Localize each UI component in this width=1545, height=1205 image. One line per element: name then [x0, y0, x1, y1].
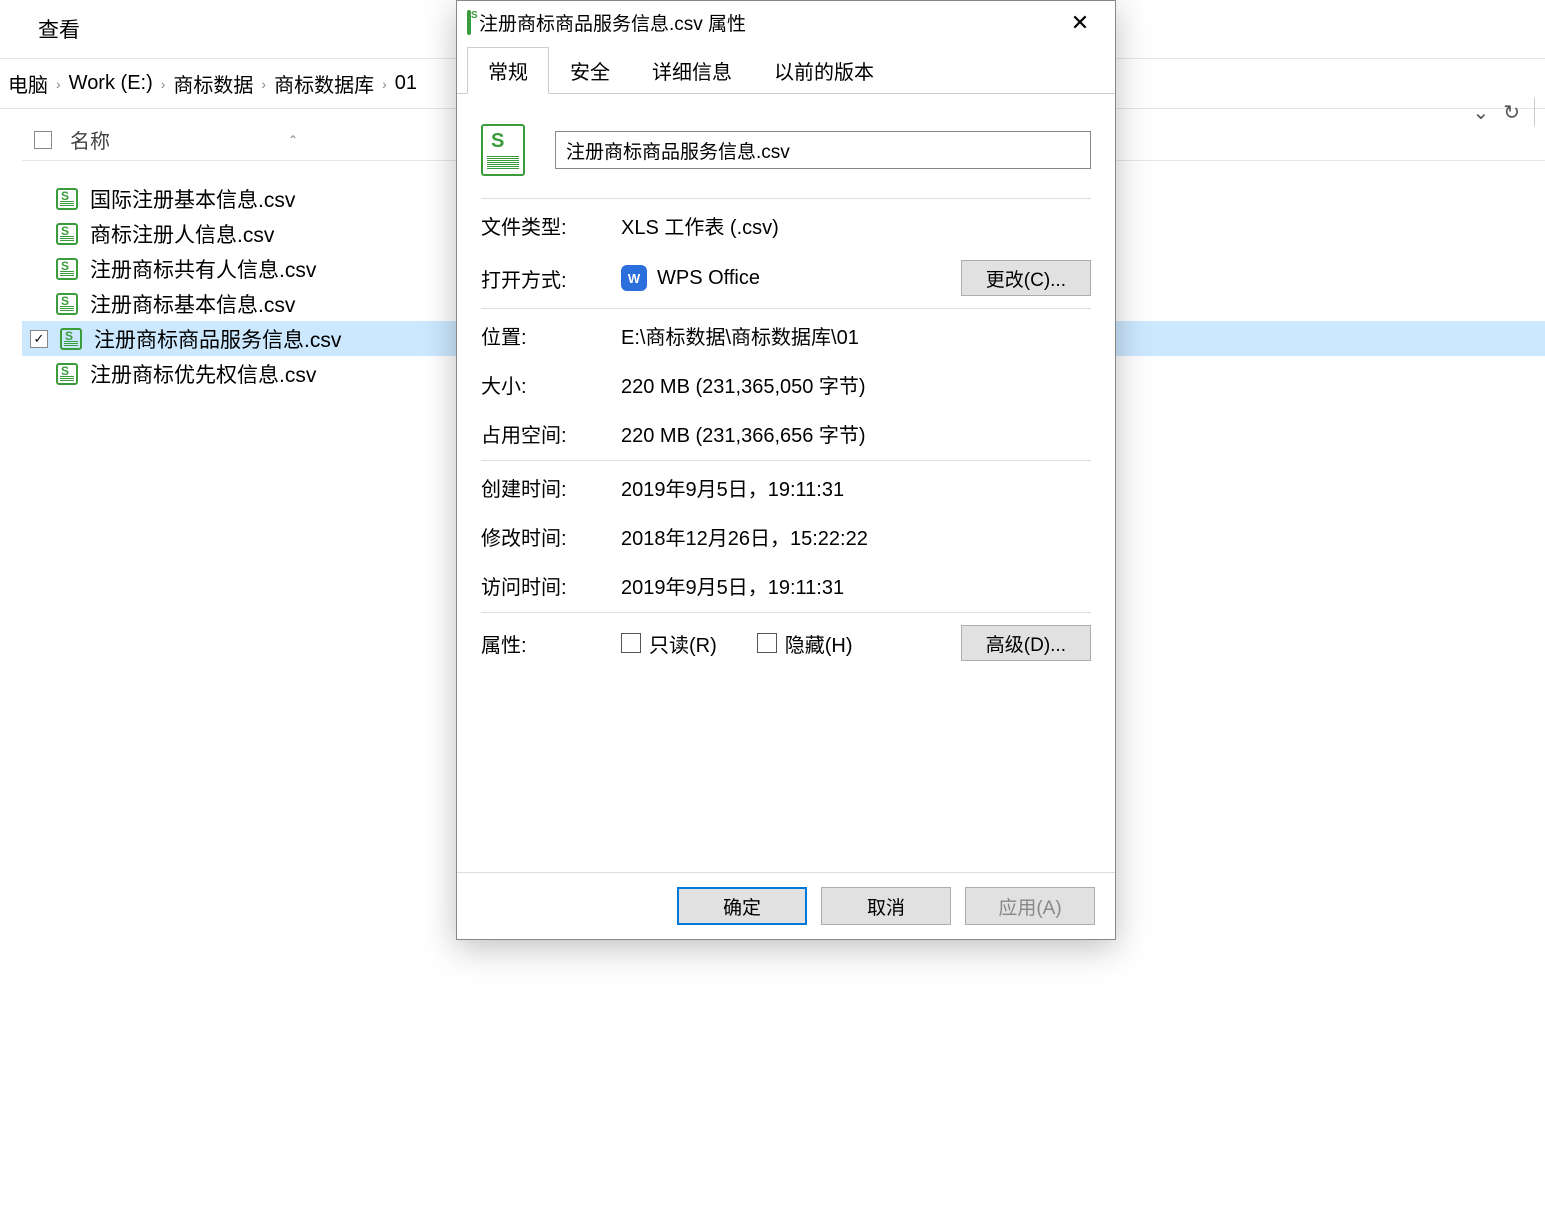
properties-dialog: 注册商标商品服务信息.csv 属性 ✕ 常规 安全 详细信息 以前的版本 文件类…	[456, 0, 1116, 940]
label-open-with: 打开方式:	[481, 264, 621, 293]
apply-button[interactable]: 应用(A)	[965, 887, 1095, 925]
value-attributes: 只读(R) 隐藏(H) 高级(D)...	[621, 625, 1091, 661]
label-created: 创建时间:	[481, 473, 621, 502]
close-button[interactable]: ✕	[1055, 10, 1105, 36]
refresh-icon[interactable]	[1503, 100, 1520, 125]
section-attributes: 属性: 只读(R) 隐藏(H) 高级(D)...	[481, 612, 1091, 673]
value-modified: 2018年12月26日，15:22:22	[621, 522, 1091, 551]
checkbox-icon	[757, 633, 777, 653]
advanced-button[interactable]: 高级(D)...	[961, 625, 1091, 661]
breadcrumb-item[interactable]: 商标数据	[173, 69, 253, 98]
file-icon	[56, 258, 78, 280]
value-created: 2019年9月5日，19:11:31	[621, 473, 1091, 502]
chevron-down-icon[interactable]	[1472, 100, 1489, 125]
file-icon	[56, 223, 78, 245]
file-name: 注册商标商品服务信息.csv	[94, 324, 341, 354]
label-size-on-disk: 占用空间:	[481, 419, 621, 448]
file-name: 国际注册基本信息.csv	[90, 184, 295, 214]
value-accessed: 2019年9月5日，19:11:31	[621, 571, 1091, 600]
section-type: 文件类型: XLS 工作表 (.csv) 打开方式: W WPS Office …	[481, 199, 1091, 308]
file-name: 注册商标优先权信息.csv	[90, 359, 316, 389]
file-icon	[467, 12, 471, 34]
section-timestamps: 创建时间: 2019年9月5日，19:11:31 修改时间: 2018年12月2…	[481, 460, 1091, 612]
column-name-label[interactable]: 名称	[70, 125, 110, 154]
filename-row	[481, 118, 1091, 199]
sort-indicator-icon: ⌃	[288, 133, 298, 147]
label-modified: 修改时间:	[481, 522, 621, 551]
label-accessed: 访问时间:	[481, 571, 621, 600]
toolbar-right	[1472, 98, 1535, 126]
row-checkbox[interactable]	[30, 330, 48, 348]
checkbox-icon	[621, 633, 641, 653]
file-name: 商标注册人信息.csv	[90, 219, 274, 249]
open-with-app: WPS Office	[657, 267, 760, 290]
file-icon	[56, 363, 78, 385]
dialog-footer: 确定 取消 应用(A)	[457, 872, 1115, 939]
tab-previous-versions[interactable]: 以前的版本	[753, 47, 895, 94]
file-icon	[60, 328, 82, 350]
section-location: 位置: E:\商标数据\商标数据库\01 大小: 220 MB (231,365…	[481, 308, 1091, 460]
label-size: 大小:	[481, 370, 621, 399]
hidden-checkbox[interactable]: 隐藏(H)	[757, 629, 853, 658]
select-all-checkbox[interactable]	[34, 131, 52, 149]
wps-icon: W	[621, 265, 647, 291]
breadcrumb-item[interactable]: Work (E:)	[69, 72, 153, 95]
value-location: E:\商标数据\商标数据库\01	[621, 321, 1091, 350]
label-location: 位置:	[481, 321, 621, 350]
breadcrumb-item[interactable]: 电脑	[8, 69, 48, 98]
file-name: 注册商标共有人信息.csv	[90, 254, 316, 284]
value-size: 220 MB (231,365,050 字节)	[621, 370, 1091, 399]
value-open-with: W WPS Office 更改(C)...	[621, 260, 1091, 296]
label-attributes: 属性:	[481, 629, 621, 658]
tab-security[interactable]: 安全	[549, 47, 631, 94]
dialog-titlebar[interactable]: 注册商标商品服务信息.csv 属性 ✕	[457, 1, 1115, 44]
value-file-type: XLS 工作表 (.csv)	[621, 211, 1091, 240]
breadcrumb-item[interactable]: 商标数据库	[274, 69, 374, 98]
breadcrumb-item[interactable]: 01	[395, 72, 417, 95]
tab-general[interactable]: 常规	[467, 47, 549, 94]
file-icon	[481, 124, 525, 176]
filename-input[interactable]	[555, 131, 1091, 169]
ok-button[interactable]: 确定	[677, 887, 807, 925]
dialog-title: 注册商标商品服务信息.csv 属性	[479, 9, 1055, 36]
divider	[1534, 98, 1535, 126]
file-icon	[56, 188, 78, 210]
cancel-button[interactable]: 取消	[821, 887, 951, 925]
readonly-checkbox[interactable]: 只读(R)	[621, 629, 717, 658]
label-file-type: 文件类型:	[481, 211, 621, 240]
dialog-body: 文件类型: XLS 工作表 (.csv) 打开方式: W WPS Office …	[457, 94, 1115, 872]
value-size-on-disk: 220 MB (231,366,656 字节)	[621, 419, 1091, 448]
file-name: 注册商标基本信息.csv	[90, 289, 295, 319]
tabbar: 常规 安全 详细信息 以前的版本	[457, 46, 1115, 94]
file-icon	[56, 293, 78, 315]
tab-details[interactable]: 详细信息	[631, 47, 753, 94]
change-button[interactable]: 更改(C)...	[961, 260, 1091, 296]
